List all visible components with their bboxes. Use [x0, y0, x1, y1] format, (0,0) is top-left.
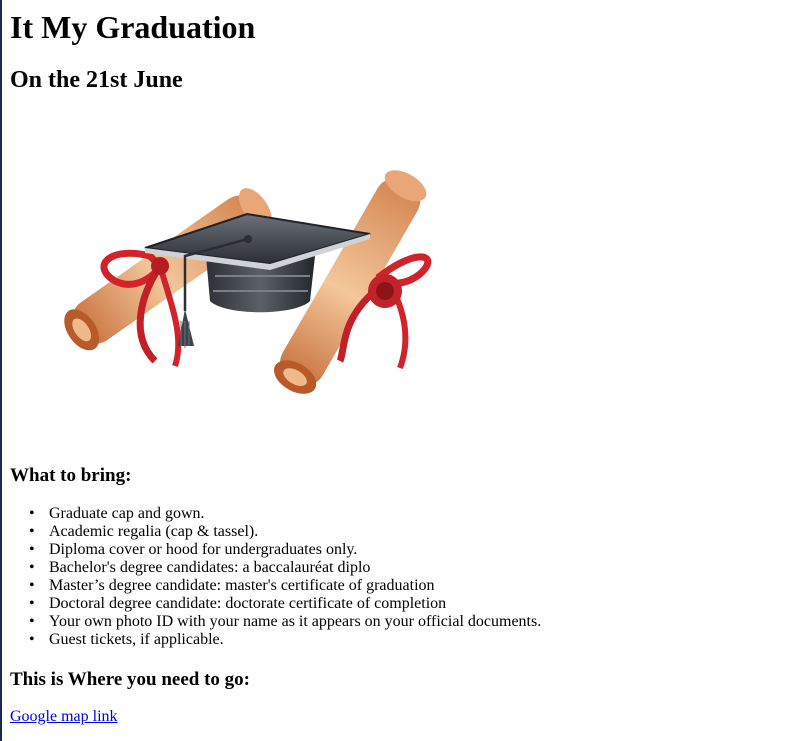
list-item: Doctoral degree candidate: doctorate cer…: [10, 595, 541, 613]
list-item: Master’s degree candidate: master's cert…: [10, 577, 541, 595]
graduation-cap-diploma-icon: [64, 170, 432, 394]
page-title: It My Graduation: [10, 9, 256, 45]
bring-heading: What to bring:: [10, 465, 132, 486]
list-item: Diploma cover or hood for undergraduates…: [10, 541, 541, 559]
location-heading: This is Where you need to go:: [10, 669, 250, 690]
list-item: Bachelor's degree candidates: a baccalau…: [10, 559, 541, 577]
page-left-border: [0, 0, 2, 741]
google-map-link[interactable]: Google map link: [10, 708, 118, 726]
list-item: Your own photo ID with your name as it a…: [10, 613, 541, 631]
list-item: Academic regalia (cap & tassel).: [10, 523, 541, 541]
bring-list: Graduate cap and gown. Academic regalia …: [10, 505, 541, 649]
list-item: Guest tickets, if applicable.: [10, 631, 541, 649]
list-item: Graduate cap and gown.: [10, 505, 541, 523]
graduation-date: On the 21st June: [10, 67, 183, 93]
